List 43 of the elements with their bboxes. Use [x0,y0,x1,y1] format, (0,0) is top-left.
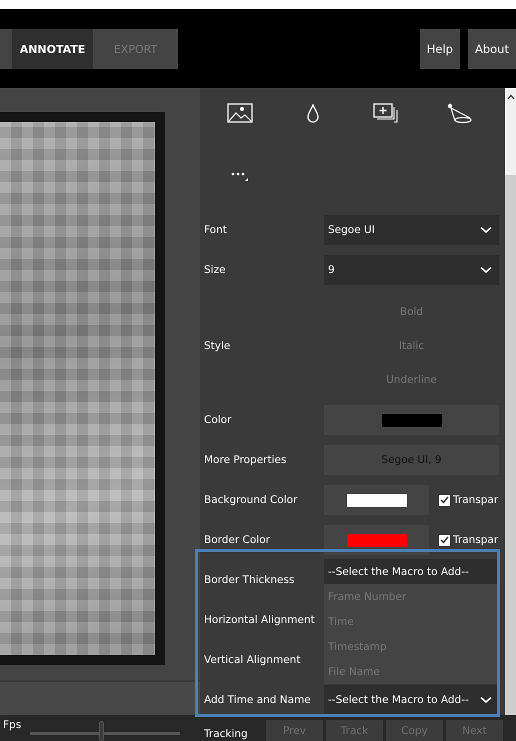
color-picker-button[interactable] [324,405,499,435]
more-icon[interactable] [231,170,249,182]
property-label: Background Color [203,494,298,506]
scroll-up-icon[interactable] [506,94,514,100]
spotlight-icon[interactable] [446,102,472,124]
property-label: Vertical Alignment [203,654,302,666]
property-label: Font [203,224,228,236]
property-label: Border Thickness [203,574,296,586]
header-button[interactable]: About [468,29,516,69]
fps-label: Fps [3,719,22,731]
property-label: Border Color [203,534,271,546]
dropdown-option[interactable]: --Select the Macro to Add-- [324,559,497,584]
transparent-checkbox[interactable]: Transpar [435,534,498,546]
tracking-label: Tracking [203,728,249,740]
image-icon[interactable] [226,103,252,123]
property-label: Style [203,340,232,352]
style-toggle[interactable]: Underline [324,363,499,397]
dropdown[interactable]: 9 [324,255,499,285]
scrollbar[interactable] [505,88,516,715]
property-label: Add Time and Name [203,694,312,706]
checkbox[interactable] [439,494,450,506]
checkbox[interactable] [439,534,450,546]
style-toggle[interactable]: Bold [324,295,499,329]
dropdown[interactable]: --Select the Macro to Add-- [324,685,499,715]
color-picker-button[interactable] [324,525,429,555]
check-icon [440,496,449,504]
property-label: Color [203,414,232,426]
dropdown[interactable]: Segoe UI [324,215,499,245]
property-label: More Properties [203,454,288,466]
chevron-down-icon [480,266,492,274]
style-toggle[interactable]: Italic [324,329,499,363]
slider-thumb[interactable] [99,721,104,741]
drop-icon[interactable] [306,104,318,122]
chevron-down-icon [480,226,492,234]
property-label: Horizontal Alignment [203,614,316,626]
add-layer-icon[interactable] [372,103,398,123]
check-icon [440,536,449,544]
transparent-checkbox[interactable]: Transpar [435,494,498,506]
header-button[interactable]: Help [420,29,460,69]
tab[interactable]: ANNOTATE [12,29,93,69]
property-label: Size [203,264,227,276]
color-picker-button[interactable] [324,485,429,515]
chevron-down-icon [480,696,492,704]
